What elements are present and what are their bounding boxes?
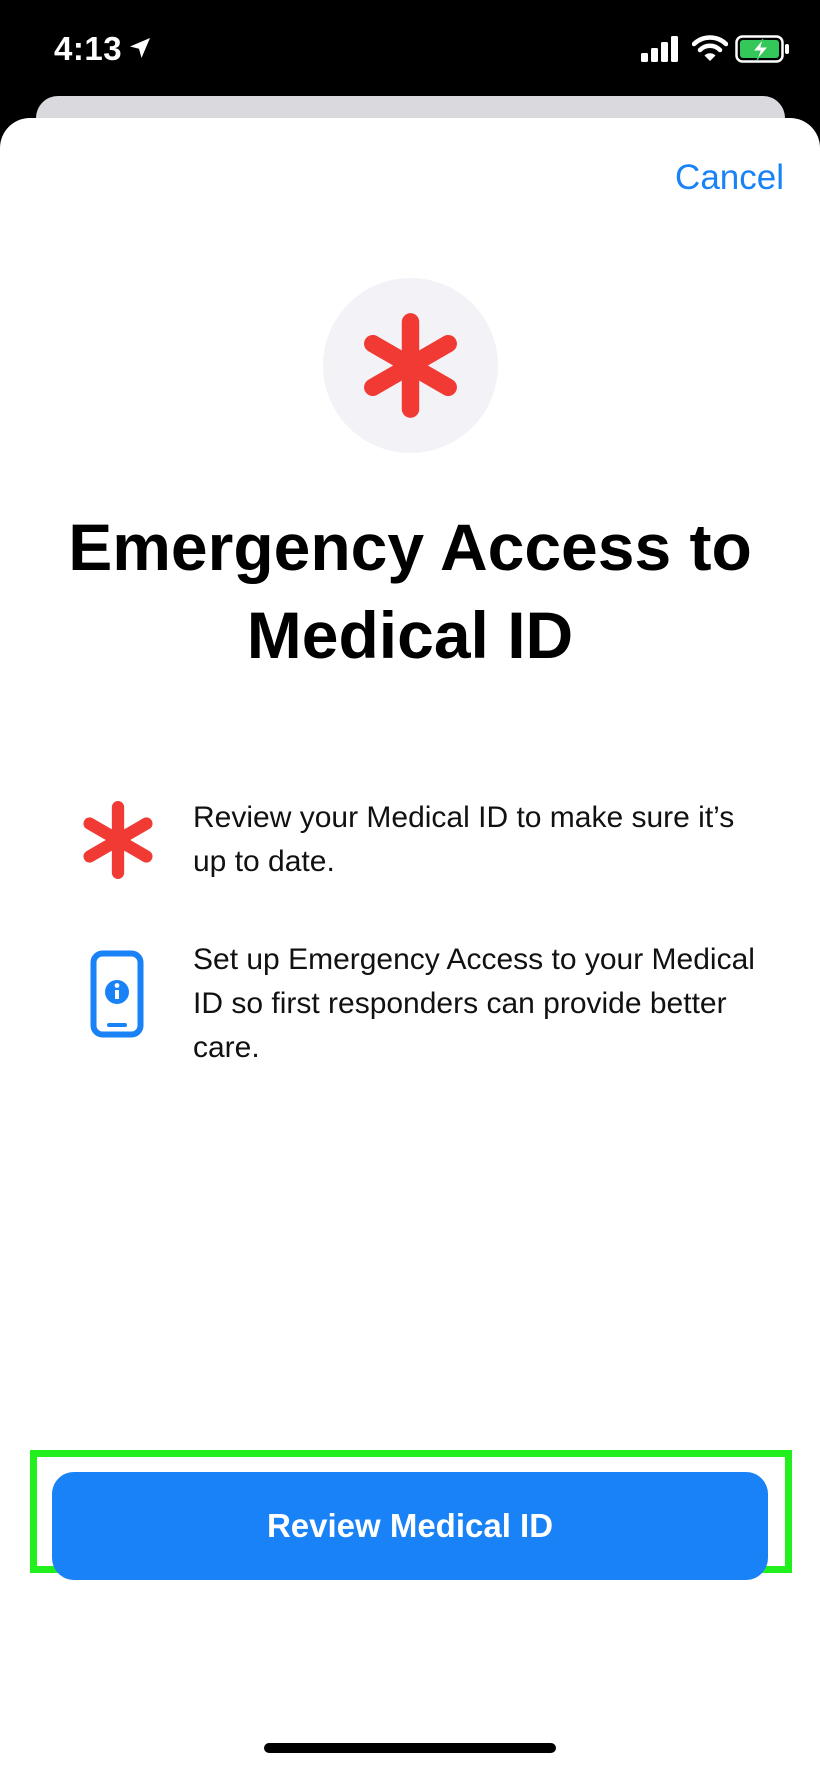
review-medical-id-button[interactable]: Review Medical ID xyxy=(52,1472,768,1580)
wifi-icon xyxy=(692,35,728,61)
medical-asterisk-icon xyxy=(364,313,457,418)
medical-id-sheet: Cancel Emergency Access to Medical ID Re… xyxy=(0,118,820,1776)
page-title: Emergency Access to Medical ID xyxy=(68,510,752,672)
phone-info-icon xyxy=(90,950,144,1038)
home-indicator[interactable] xyxy=(264,1743,556,1753)
cancel-button[interactable]: Cancel xyxy=(675,158,784,198)
cellular-signal-icon xyxy=(641,36,678,62)
feature-text-review: Review your Medical ID to make sure it’s… xyxy=(193,801,735,878)
medical-asterisk-icon xyxy=(83,801,153,879)
status-time: 4:13 xyxy=(54,30,123,67)
hero-icon-badge xyxy=(323,278,498,453)
battery-charging-icon xyxy=(735,35,789,63)
location-arrow-icon xyxy=(130,38,150,58)
feature-text-emergency-access: Set up Emergency Access to your Medical … xyxy=(193,943,755,1064)
status-bar: 4:13 xyxy=(0,0,820,100)
